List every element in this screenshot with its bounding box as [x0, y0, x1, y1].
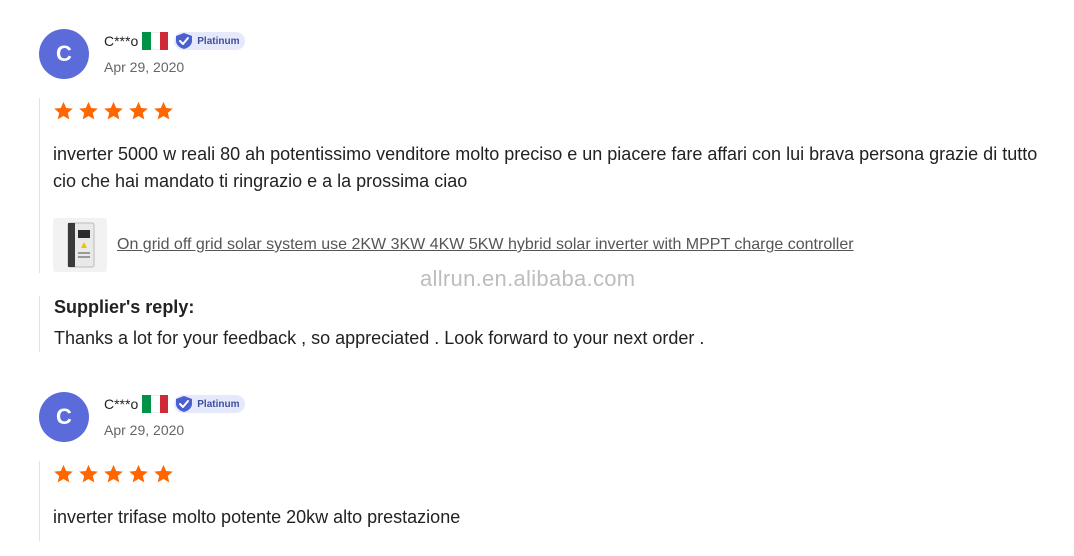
- verified-shield-icon: [176, 33, 193, 49]
- reviewer-name: C***o: [104, 396, 139, 412]
- product-reference[interactable]: On grid off grid solar system use 2KW 3K…: [53, 218, 1043, 272]
- star-icon: [79, 101, 98, 120]
- platinum-badge: Platinum: [174, 395, 246, 413]
- reviewer-name: C***o: [104, 33, 139, 49]
- avatar: C: [39, 29, 89, 79]
- inverter-product-image: [67, 222, 95, 268]
- star-icon: [154, 464, 173, 483]
- star-icon: [54, 464, 73, 483]
- star-rating: [53, 464, 1043, 484]
- reviewer-info: C***o Platinum: [104, 394, 246, 414]
- star-icon: [129, 101, 148, 120]
- badge-label: Platinum: [197, 35, 240, 47]
- supplier-reply-title: Supplier's reply:: [54, 297, 195, 317]
- supplier-reply-text: Thanks a lot for your feedback , so appr…: [54, 328, 705, 348]
- avatar-letter: C: [56, 404, 72, 429]
- star-icon: [54, 101, 73, 120]
- product-link[interactable]: On grid off grid solar system use 2KW 3K…: [117, 236, 854, 254]
- star-icon: [104, 101, 123, 120]
- watermark: allrun.en.alibaba.com: [420, 266, 636, 291]
- review-text: inverter trifase molto potente 20kw alto…: [53, 507, 461, 527]
- product-thumbnail[interactable]: [53, 218, 107, 272]
- avatar: C: [39, 392, 89, 442]
- reviewer-info: C***o Platinum: [104, 31, 246, 51]
- avatar-letter: C: [56, 41, 72, 66]
- platinum-badge: Platinum: [174, 32, 246, 50]
- star-icon: [154, 101, 173, 120]
- star-rating: [53, 101, 1043, 121]
- review-text: inverter 5000 w reali 80 ah potentissimo…: [53, 144, 1038, 191]
- verified-shield-icon: [176, 396, 193, 412]
- italy-flag-icon: [142, 395, 169, 413]
- star-icon: [79, 464, 98, 483]
- review-date: Apr 29, 2020: [104, 59, 185, 75]
- italy-flag-icon: [142, 32, 169, 50]
- supplier-reply: Supplier's reply: Thanks a lot for your …: [39, 296, 704, 352]
- review-date: Apr 29, 2020: [104, 422, 185, 438]
- review-content: inverter 5000 w reali 80 ah potentissimo…: [39, 98, 1043, 273]
- badge-label: Platinum: [197, 398, 240, 410]
- star-icon: [129, 464, 148, 483]
- star-icon: [104, 464, 123, 483]
- review-content: inverter trifase molto potente 20kw alto…: [39, 461, 1043, 541]
